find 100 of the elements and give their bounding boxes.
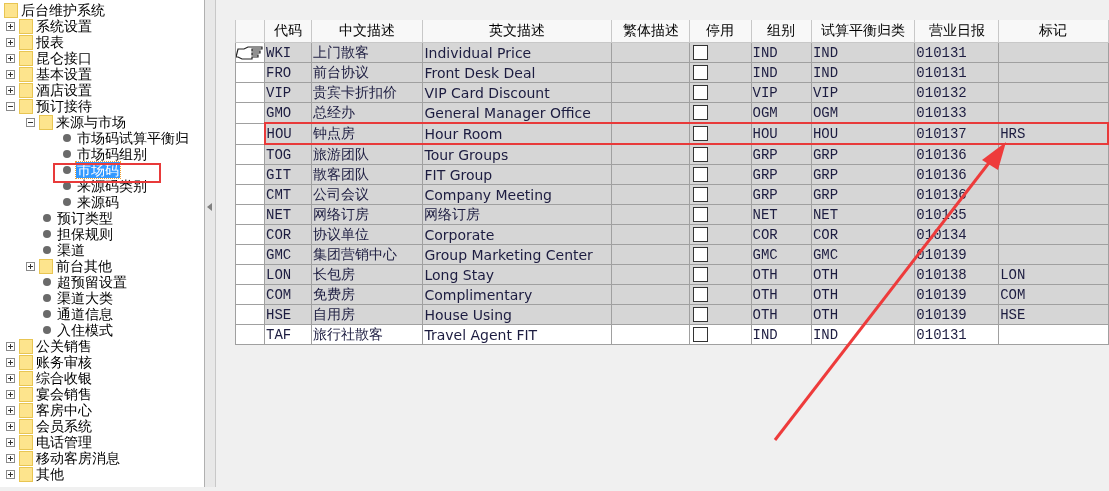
table-cell: Hour Room [422, 123, 612, 144]
bullet-icon [63, 134, 71, 142]
column-header[interactable]: 英文描述 [422, 20, 612, 43]
folder-icon [19, 82, 33, 98]
expand-icon[interactable] [6, 389, 15, 399]
expand-icon[interactable] [6, 69, 15, 79]
bullet-icon [63, 198, 71, 206]
tree-item[interactable]: 市场码试算平衡归 [76, 130, 190, 146]
column-header[interactable]: 试算平衡归类 [811, 20, 915, 43]
column-header[interactable]: 标记 [998, 20, 1108, 43]
table-cell: HOU [811, 123, 915, 144]
tree-item[interactable]: 来源与市场 [55, 114, 127, 130]
tree-item[interactable]: 后台维护系统 [20, 2, 106, 18]
tree-item[interactable]: 电话管理 [35, 434, 93, 450]
column-header[interactable]: 中文描述 [311, 20, 423, 43]
folder-icon [19, 66, 33, 82]
tree-item[interactable]: 来源码 [76, 194, 120, 210]
folder-icon [19, 98, 33, 114]
tree-item[interactable]: 渠道 [56, 242, 86, 258]
expand-icon[interactable] [6, 53, 15, 63]
table-cell: TAF [264, 324, 312, 345]
table-cell: HOU [751, 123, 812, 144]
scrollbar[interactable] [205, 0, 216, 487]
bullet-icon [43, 278, 51, 286]
table-cell: 010131 [914, 324, 999, 345]
tree-item[interactable]: 担保规则 [56, 226, 114, 242]
bullet-icon [63, 166, 71, 174]
tree-item[interactable]: 昆仑接口 [35, 50, 93, 66]
column-header[interactable]: 代码 [264, 20, 312, 43]
tree-item[interactable]: 入住模式 [56, 322, 114, 338]
checkbox[interactable] [693, 85, 709, 100]
tree-item[interactable]: 移动客房消息 [35, 450, 121, 466]
expand-icon[interactable] [6, 37, 15, 47]
checkbox[interactable] [693, 147, 709, 162]
checkbox[interactable] [693, 247, 709, 262]
tree-item[interactable]: 账务审核 [35, 354, 93, 370]
folder-icon [19, 386, 33, 402]
tree-item[interactable]: 公关销售 [35, 338, 93, 354]
bullet-icon [43, 246, 51, 254]
bullet-icon [43, 230, 51, 238]
tree-item[interactable]: 客房中心 [35, 402, 93, 418]
expand-icon[interactable] [6, 453, 15, 463]
table-cell: IND [811, 324, 915, 345]
tree-item[interactable]: 市场码组别 [76, 146, 148, 162]
table-cell: 010137 [914, 123, 999, 144]
expand-icon[interactable] [6, 405, 15, 415]
checkbox[interactable] [693, 167, 709, 182]
folder-icon [19, 450, 33, 466]
checkbox[interactable] [693, 65, 709, 80]
tree-item[interactable]: 渠道大类 [56, 290, 114, 306]
checkbox[interactable] [693, 327, 709, 342]
checkbox[interactable] [693, 287, 709, 302]
checkbox[interactable] [693, 45, 709, 60]
folder-icon [19, 434, 33, 450]
column-header[interactable]: 营业日报 [914, 20, 999, 43]
expand-icon[interactable] [26, 261, 35, 271]
tree-item[interactable]: 宴会销售 [35, 386, 93, 402]
checkbox[interactable] [693, 267, 709, 282]
table-cell: HOU [264, 123, 312, 144]
folder-icon [4, 2, 18, 18]
bullet-icon [63, 150, 71, 158]
folder-icon [19, 402, 33, 418]
tree-item[interactable]: 预订类型 [56, 210, 114, 226]
tree-item[interactable]: 会员系统 [35, 418, 93, 434]
column-header[interactable]: 繁体描述 [611, 20, 690, 43]
tree-item[interactable]: 前台其他 [55, 258, 113, 274]
tree-item[interactable]: 酒店设置 [35, 82, 93, 98]
tree-item[interactable]: 预订接待 [35, 98, 93, 114]
folder-icon [19, 18, 33, 34]
expand-icon[interactable] [6, 21, 15, 31]
tree-item[interactable]: 其他 [35, 466, 65, 482]
tree-item[interactable]: 系统设置 [35, 18, 93, 34]
tree-item[interactable]: 报表 [35, 34, 65, 50]
table-cell: 钟点房 [311, 123, 423, 144]
expand-icon[interactable] [6, 357, 15, 367]
tree-item[interactable]: 超预留设置 [56, 274, 128, 290]
tree-item[interactable]: 基本设置 [35, 66, 93, 82]
expand-icon[interactable] [6, 85, 15, 95]
table-cell: IND [751, 324, 812, 345]
collapse-icon[interactable] [6, 101, 15, 111]
expand-icon[interactable] [6, 437, 15, 447]
folder-icon [19, 466, 33, 482]
tree-item[interactable]: 通道信息 [56, 306, 114, 322]
column-header[interactable]: 组别 [751, 20, 812, 43]
checkbox[interactable] [693, 105, 709, 120]
column-header[interactable]: 停用 [689, 20, 752, 43]
expand-icon[interactable] [6, 421, 15, 431]
checkbox[interactable] [693, 126, 709, 141]
folder-icon [19, 370, 33, 386]
checkbox[interactable] [693, 187, 709, 202]
collapse-icon[interactable] [26, 117, 35, 127]
tree-item[interactable]: 综合收银 [35, 370, 93, 386]
expand-icon[interactable] [6, 341, 15, 351]
expand-icon[interactable] [6, 373, 15, 383]
folder-icon [19, 354, 33, 370]
checkbox[interactable] [693, 207, 709, 222]
checkbox[interactable] [693, 227, 709, 242]
expand-icon[interactable] [6, 469, 15, 479]
checkbox[interactable] [693, 307, 709, 322]
folder-icon [19, 418, 33, 434]
